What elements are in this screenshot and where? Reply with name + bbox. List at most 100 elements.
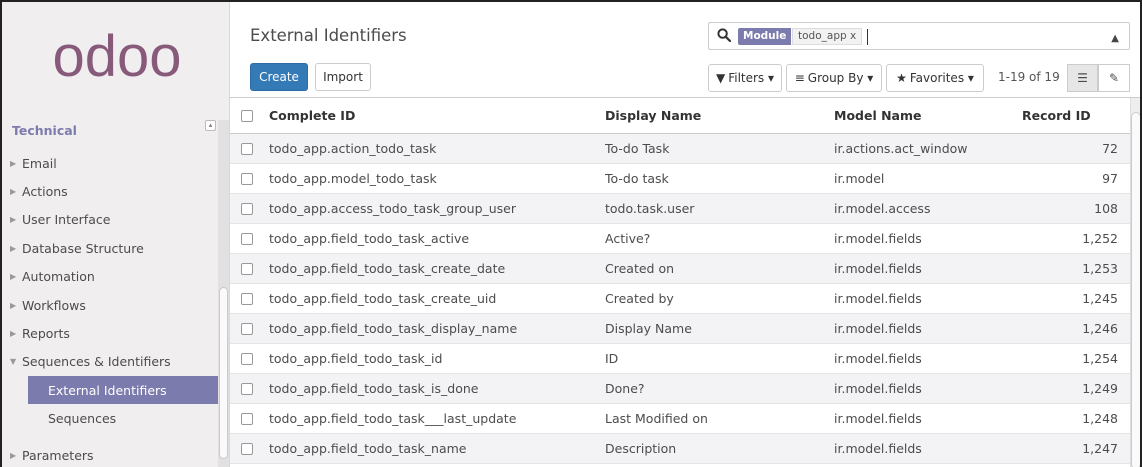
favorites-label: Favorites ▾ xyxy=(909,71,974,85)
cell-complete-id: todo_app.field_todo_task___last_update xyxy=(269,411,517,426)
sidebar-item-label: Sequences & Identifiers xyxy=(22,354,171,370)
search-facet-value[interactable]: todo_app x xyxy=(792,28,863,45)
pager-value[interactable]: 1-19 of 19 xyxy=(998,70,1060,84)
sidebar-item-database-structure[interactable]: ▶ Database Structure xyxy=(2,234,218,262)
sidebar-item-sequences[interactable]: Sequences xyxy=(2,405,218,433)
row-checkbox[interactable] xyxy=(241,142,253,155)
search-dropdown-icon[interactable]: ▲ xyxy=(1111,33,1119,44)
cell-display-name: ID xyxy=(605,351,619,366)
table-row[interactable]: todo_app.field_todo_task___last_update La… xyxy=(230,404,1130,434)
cell-complete-id: todo_app.field_todo_task_create_uid xyxy=(269,291,497,306)
odoo-logo[interactable]: odoo xyxy=(32,28,202,88)
cell-record-id: 108 xyxy=(1094,201,1118,216)
table-row[interactable]: todo_app.field_todo_task_id ID ir.model.fi… xyxy=(230,344,1130,374)
cell-model-name: ir.model.fields xyxy=(834,321,922,336)
cell-complete-id: todo_app.field_todo_task_id xyxy=(269,351,443,366)
cell-display-name: Created on xyxy=(605,261,675,276)
row-checkbox[interactable] xyxy=(241,382,253,395)
filters-button[interactable]: ▼ Filters ▾ xyxy=(708,64,782,92)
cell-display-name: Active? xyxy=(605,231,651,246)
cell-display-name: Display Name xyxy=(605,321,692,336)
table-row[interactable]: todo_app.field_todo_task_create_date Crea… xyxy=(230,254,1130,284)
caret-down-icon: ▼ xyxy=(10,357,17,367)
sidebar-item-label: User Interface xyxy=(22,212,111,228)
select-all-checkbox[interactable] xyxy=(241,109,253,122)
row-checkbox[interactable] xyxy=(241,262,253,275)
table-row[interactable]: todo_app.access_todo_task_group_user todo… xyxy=(230,194,1130,224)
table-row[interactable]: todo_app.field_todo_task_is_done Done? ir.… xyxy=(230,374,1130,404)
cell-model-name: ir.model.fields xyxy=(834,291,922,306)
favorites-button[interactable]: ★ Favorites ▾ xyxy=(886,64,984,92)
row-checkbox[interactable] xyxy=(241,172,253,185)
sidebar-item-actions[interactable]: ▶ Actions xyxy=(2,177,218,205)
sidebar-item-automation[interactable]: ▶ Automation xyxy=(2,263,218,291)
row-checkbox[interactable] xyxy=(241,232,253,245)
cell-record-id: 1,245 xyxy=(1082,291,1118,306)
sidebar-item-external-identifiers[interactable]: External Identifiers xyxy=(28,376,218,405)
sidebar-item-label: Email xyxy=(22,155,57,171)
sidebar-item-label: External Identifiers xyxy=(48,382,167,398)
star-icon: ★ xyxy=(896,71,907,85)
page-title: External Identifiers xyxy=(250,26,407,45)
list-view-button[interactable]: ☰ xyxy=(1067,64,1098,92)
sidebar-item-reports[interactable]: ▶ Reports xyxy=(2,319,218,347)
table-row[interactable]: todo_app.field_todo_task_active Active? ir… xyxy=(230,224,1130,254)
cell-record-id: 72 xyxy=(1102,141,1118,156)
cell-record-id: 1,246 xyxy=(1082,321,1118,336)
table-scrollbar-thumb[interactable] xyxy=(1131,112,1140,467)
table-row[interactable]: todo_app.field_todo_task_create_uid Creat… xyxy=(230,284,1130,314)
create-button[interactable]: Create xyxy=(250,63,308,91)
cell-record-id: 1,247 xyxy=(1082,441,1118,456)
group-by-icon: ≡ xyxy=(794,71,805,85)
table-row[interactable]: todo_app.field_todo_task_display_name Dis… xyxy=(230,314,1130,344)
cell-complete-id: todo_app.field_todo_task_is_done xyxy=(269,381,479,396)
cell-model-name: ir.model xyxy=(834,171,885,186)
group-by-button[interactable]: ≡ Group By ▾ xyxy=(786,64,882,92)
sidebar-item-workflows[interactable]: ▶ Workflows xyxy=(2,291,218,319)
collapse-menu-icon[interactable]: ▴ xyxy=(205,120,216,131)
cell-display-name: To-do task xyxy=(605,171,669,186)
sidebar-item-parameters[interactable]: ▶ Parameters xyxy=(2,441,218,467)
form-view-button[interactable]: ✎ xyxy=(1098,64,1130,92)
sidebar-item-user-interface[interactable]: ▶ User Interface xyxy=(2,206,218,234)
row-checkbox[interactable] xyxy=(241,292,253,305)
sidebar-item-sequences-identifiers[interactable]: ▼ Sequences & Identifiers xyxy=(2,348,218,376)
cell-record-id: 1,253 xyxy=(1082,261,1118,276)
caret-right-icon: ▶ xyxy=(10,186,17,196)
sidebar-item-label: Automation xyxy=(22,269,95,285)
table-row[interactable]: todo_app.action_todo_task To-do Task ir.ac… xyxy=(230,134,1130,164)
cell-display-name: Done? xyxy=(605,381,645,396)
app-window: odoo Technical ▴ ▶ Email ▶ Actions ▶ User Int… xyxy=(0,0,1142,467)
cell-display-name: Description xyxy=(605,441,677,456)
cell-complete-id: todo_app.model_todo_task xyxy=(269,171,437,186)
row-checkbox[interactable] xyxy=(241,202,253,215)
cell-model-name: ir.model.fields xyxy=(834,411,922,426)
svg-text:odoo: odoo xyxy=(52,28,181,88)
filter-icon: ▼ xyxy=(715,71,726,85)
search-bar[interactable]: Module todo_app x ▲ xyxy=(708,22,1130,50)
cell-model-name: ir.model.fields xyxy=(834,231,922,246)
row-checkbox[interactable] xyxy=(241,442,253,455)
table-header-row: Complete ID Display Name Model Name Reco… xyxy=(230,98,1130,134)
row-checkbox[interactable] xyxy=(241,412,253,425)
cell-record-id: 1,254 xyxy=(1082,351,1118,366)
cell-complete-id: todo_app.access_todo_task_group_user xyxy=(269,201,517,216)
cell-display-name: Last Modified on xyxy=(605,411,708,426)
sidebar-scrollbar-thumb[interactable] xyxy=(219,287,228,459)
column-header-record-id[interactable]: Record ID xyxy=(1022,108,1122,123)
sidebar-item-email[interactable]: ▶ Email xyxy=(2,149,218,177)
table-row[interactable]: todo_app.field_todo_task_name Description… xyxy=(230,434,1130,464)
import-button[interactable]: Import xyxy=(315,63,371,91)
search-icon xyxy=(717,28,731,42)
column-header-model-name[interactable]: Model Name xyxy=(834,108,1014,123)
row-checkbox[interactable] xyxy=(241,322,253,335)
sidebar-item-label: Sequences xyxy=(48,411,117,427)
column-header-complete-id[interactable]: Complete ID xyxy=(269,108,599,123)
row-checkbox[interactable] xyxy=(241,352,253,365)
cell-display-name: Created by xyxy=(605,291,674,306)
caret-right-icon: ▶ xyxy=(10,243,17,253)
search-facet-label: Module xyxy=(738,28,792,45)
column-header-display-name[interactable]: Display Name xyxy=(605,108,825,123)
cell-record-id: 1,248 xyxy=(1082,411,1118,426)
table-row[interactable]: todo_app.model_todo_task To-do task ir.mod… xyxy=(230,164,1130,194)
